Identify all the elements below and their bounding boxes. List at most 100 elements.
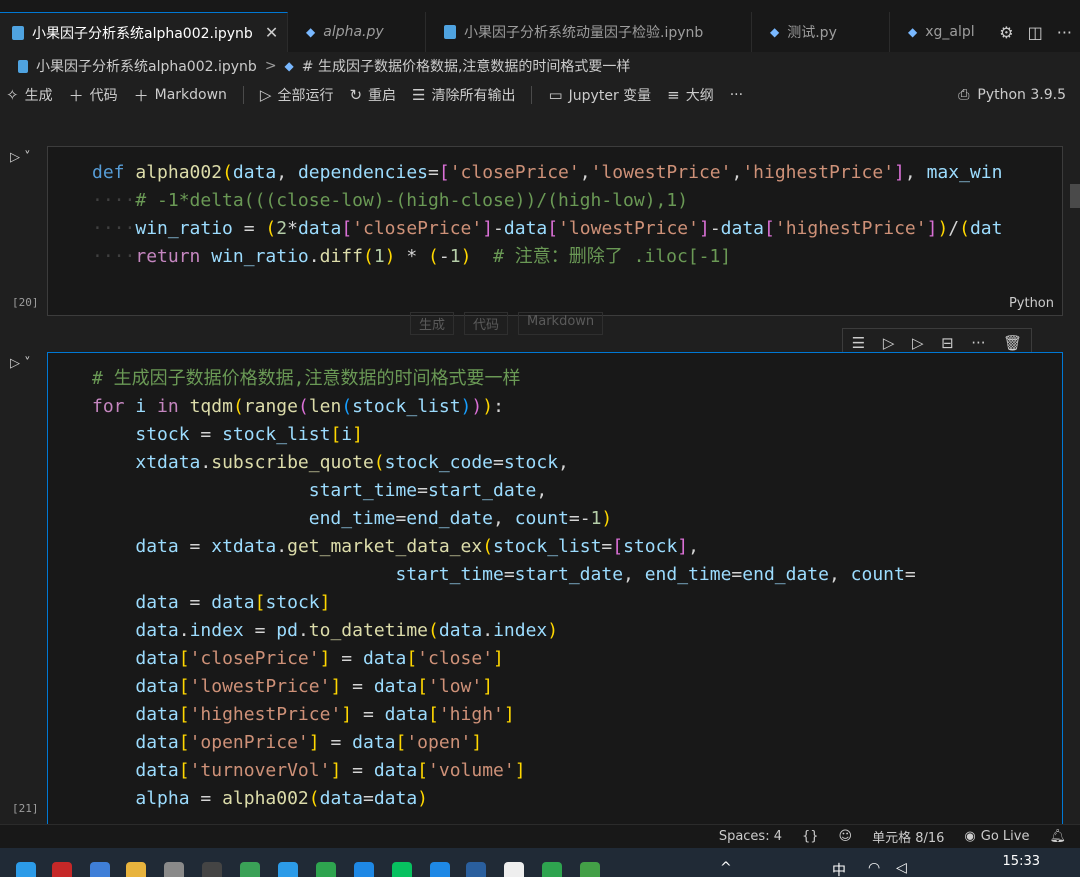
cell-language[interactable]: Python — [1009, 296, 1054, 311]
wifi-icon[interactable]: ◠ — [868, 860, 880, 876]
run-cell-button[interactable]: ▷ ˅ — [10, 356, 31, 371]
toolbar-more-button[interactable]: ··· — [730, 87, 743, 103]
ime-indicator[interactable]: 中 — [832, 860, 846, 877]
edge-icon[interactable] — [16, 862, 36, 877]
code-cell-focused[interactable]: # 生成因子数据价格数据,注意数据的时间格式要一样 for i in tqdm(… — [47, 352, 1063, 824]
breadcrumb-section[interactable]: # 生成因子数据价格数据,注意数据的时间格式要一样 — [302, 56, 631, 76]
sparkle-icon: ✧ — [6, 86, 19, 104]
kernel-label: Python 3.9.5 — [977, 87, 1066, 103]
execution-count: [21] — [12, 802, 39, 815]
tab-xg-alpha[interactable]: ◆ xg_alpl — [890, 12, 980, 52]
insert-markdown-button[interactable]: Markdown — [518, 312, 604, 335]
run-cell-button[interactable]: ▷ ˅ — [10, 150, 31, 165]
tab-momentum-notebook[interactable]: 小果因子分析系统动量因子检验.ipynb — [426, 12, 752, 52]
more-icon[interactable]: ··· — [971, 334, 985, 352]
language-braces-status[interactable]: {} — [802, 829, 819, 844]
cell-code[interactable]: def alpha002(data, dependencies=['closeP… — [92, 159, 1002, 271]
tab-test-py[interactable]: ◆ 测试.py — [752, 12, 890, 52]
clear-outputs-button[interactable]: ☰ 清除所有输出 — [412, 85, 515, 105]
windows-taskbar: ^ 中 ◠ ◁ 15:33 — [0, 848, 1080, 877]
cell-position-status[interactable]: 单元格 8/16 — [872, 827, 944, 846]
edge-icon[interactable] — [278, 862, 298, 877]
app-icon[interactable] — [430, 862, 450, 877]
add-code-button[interactable]: ＋ 代码 — [69, 85, 118, 106]
app-icon[interactable] — [90, 862, 110, 877]
app-icon[interactable] — [542, 862, 562, 877]
notebook-editor: ▷ ˅ [20] def alpha002(data, dependencies… — [0, 112, 1080, 824]
insert-code-button[interactable]: 代码 — [464, 312, 509, 335]
search-icon[interactable] — [354, 862, 374, 877]
wechat-icon[interactable] — [392, 862, 412, 877]
tab-label: 小果因子分析系统alpha002.ipynb — [32, 25, 253, 42]
close-icon[interactable]: ✕ — [265, 23, 278, 42]
tab-label: 测试.py — [787, 25, 837, 41]
outline-label: 大纲 — [685, 88, 714, 104]
restart-button[interactable]: ↻ 重启 — [349, 85, 396, 105]
gear-icon[interactable]: ⚙ — [999, 23, 1013, 42]
tab-bar: 小果因子分析系统alpha002.ipynb ✕ ◆ alpha.py 小果因子… — [0, 0, 1080, 52]
run-all-label: 全部运行 — [277, 88, 334, 104]
chrome-icon[interactable] — [240, 862, 260, 877]
notebook-icon — [18, 59, 28, 73]
app-icon[interactable] — [202, 862, 222, 877]
chevron-up-icon[interactable]: ^ — [720, 860, 732, 876]
status-bar: Spaces: 4 {} ☺ 单元格 8/16 ◉ Go Live 🔔︎ — [0, 824, 1080, 848]
add-markdown-label: Markdown — [154, 87, 227, 103]
more-actions-icon[interactable]: ··· — [1057, 23, 1072, 42]
cell-insert-bar: 生成 代码 Markdown — [410, 312, 604, 335]
tab-bar-actions: ⚙ ◫ ··· — [999, 12, 1072, 52]
indentation-status[interactable]: Spaces: 4 — [719, 829, 782, 844]
broadcast-icon: ◉ — [964, 829, 976, 844]
copilot-icon[interactable]: ☺ — [839, 829, 853, 844]
notebook-icon — [12, 25, 24, 40]
volume-icon[interactable]: ◁ — [896, 860, 907, 876]
add-markdown-button[interactable]: ＋ Markdown — [134, 85, 227, 106]
split-cell-icon[interactable]: ⊟ — [941, 334, 954, 352]
wps-icon[interactable] — [52, 862, 72, 877]
app-icon[interactable] — [164, 862, 184, 877]
insert-generate-button[interactable]: 生成 — [410, 312, 455, 335]
restart-icon: ↻ — [349, 86, 363, 104]
app-icon[interactable] — [580, 862, 600, 877]
tab-alpha-py[interactable]: ◆ alpha.py — [288, 12, 426, 52]
file-explorer-icon[interactable] — [126, 862, 146, 877]
plus-icon: ＋ — [133, 86, 149, 105]
jupyter-variables-button[interactable]: ▭ Jupyter 变量 — [548, 85, 651, 105]
generate-button[interactable]: ✧ 生成 — [6, 85, 53, 105]
toolbar-divider — [242, 86, 244, 104]
breadcrumb: 小果因子分析系统alpha002.ipynb > ◆ # 生成因子数据价格数据,… — [0, 52, 1080, 80]
tab-alpha002-notebook[interactable]: 小果因子分析系统alpha002.ipynb ✕ — [0, 12, 288, 52]
scrollbar-thumb[interactable] — [1070, 184, 1080, 208]
notifications-bell-icon[interactable]: 🔔︎ — [1049, 829, 1066, 844]
plus-icon: ＋ — [68, 86, 84, 105]
python-icon: ◆ — [770, 25, 780, 39]
execute-above-icon[interactable]: ▷ — [883, 334, 895, 352]
kernel-picker[interactable]: ⎙ Python 3.9.5 — [958, 80, 1066, 110]
go-live-button[interactable]: ◉ Go Live — [964, 829, 1029, 844]
python-icon: ◆ — [306, 25, 316, 39]
add-code-label: 代码 — [89, 88, 118, 104]
code-cell[interactable]: def alpha002(data, dependencies=['closeP… — [47, 146, 1063, 316]
trash-icon[interactable]: 🗑 — [1003, 334, 1022, 352]
run-all-button[interactable]: ▷ 全部运行 — [260, 85, 334, 105]
notebook-toolbar: ✧ 生成 ＋ 代码 ＋ Markdown ▷ 全部运行 ↻ 重启 ☰ 清除所有输… — [0, 80, 1080, 110]
toolbar-divider — [531, 86, 533, 104]
run-by-line-icon[interactable]: ☰ — [852, 334, 865, 352]
tab-label: 小果因子分析系统动量因子检验.ipynb — [464, 25, 704, 41]
cell-code[interactable]: # 生成因子数据价格数据,注意数据的时间格式要一样 for i in tqdm(… — [92, 365, 916, 813]
restart-label: 重启 — [368, 88, 397, 104]
split-editor-icon[interactable]: ◫ — [1028, 23, 1043, 42]
clock[interactable]: 15:33 — [1003, 854, 1040, 869]
app-icon[interactable] — [504, 862, 524, 877]
vscode-icon[interactable] — [466, 862, 486, 877]
execute-below-icon[interactable]: ▷ — [912, 334, 924, 352]
app-icon[interactable] — [316, 862, 336, 877]
tab-label: xg_alpl — [925, 24, 975, 40]
jupyter-variables-label: Jupyter 变量 — [568, 88, 652, 104]
breadcrumb-file[interactable]: 小果因子分析系统alpha002.ipynb — [36, 56, 257, 76]
python-icon: ◆ — [908, 25, 918, 39]
execution-count: [20] — [12, 296, 39, 309]
outline-button[interactable]: ≡ 大纲 — [667, 85, 714, 105]
generate-label: 生成 — [24, 88, 53, 104]
clear-outputs-label: 清除所有输出 — [431, 88, 516, 104]
